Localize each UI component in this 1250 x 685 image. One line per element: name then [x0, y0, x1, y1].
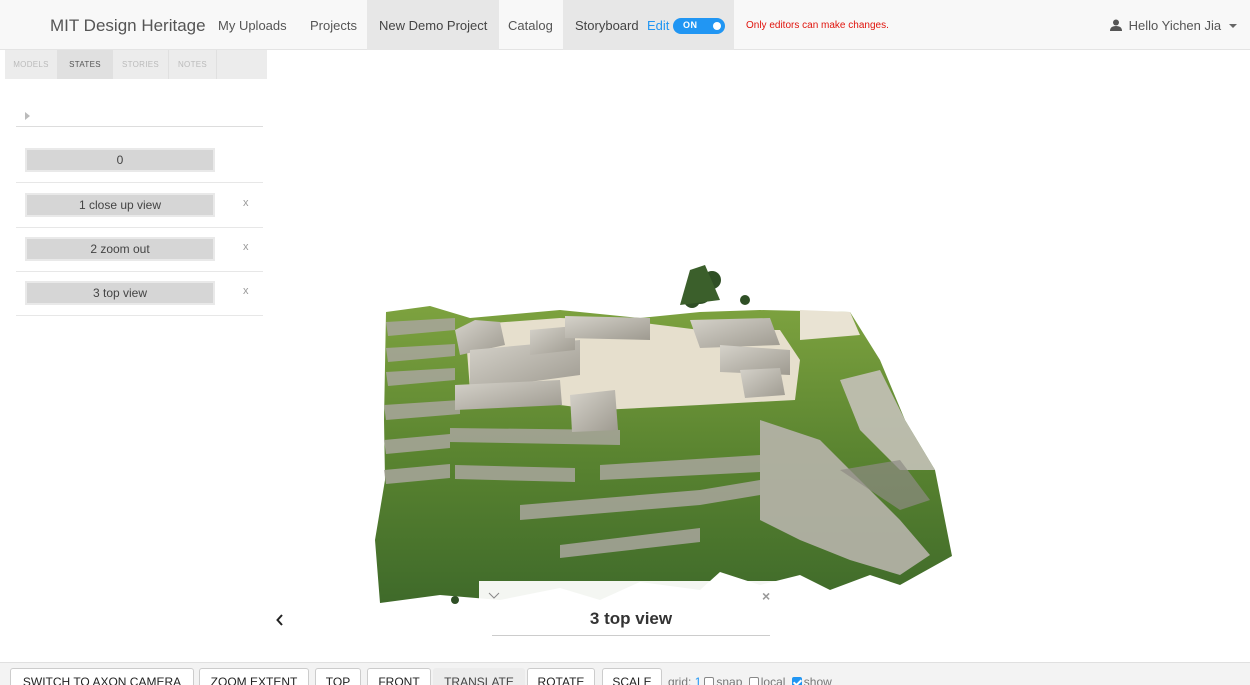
translate-button[interactable]: TRANSLATE	[433, 668, 525, 685]
local-label: local	[760, 675, 786, 685]
state-row: 0	[16, 139, 263, 183]
nav-storyboard-label: Storyboard	[575, 18, 639, 33]
rotate-button[interactable]: ROTATE	[527, 668, 595, 685]
zoom-extent-button[interactable]: ZOOM EXTENT	[199, 668, 309, 685]
tab-notes[interactable]: NOTES	[169, 50, 217, 79]
state-button[interactable]: 2 zoom out	[25, 237, 215, 261]
caret-down-icon	[1228, 24, 1237, 28]
chevron-down-icon[interactable]	[488, 592, 500, 600]
toggle-knob	[713, 22, 721, 30]
editor-notice: Only editors can make changes.	[746, 20, 889, 31]
nav-new-demo-project[interactable]: New Demo Project	[367, 0, 500, 50]
remove-state-button[interactable]: x	[243, 285, 249, 297]
state-button[interactable]: 3 top view	[25, 281, 215, 305]
edit-label: Edit	[647, 18, 670, 33]
bottom-toolbar: SWITCH TO AXON CAMERA ZOOM EXTENT TOP FR…	[0, 662, 1250, 685]
top-view-button[interactable]: TOP	[315, 668, 361, 685]
popup-title: 3 top view	[589, 609, 673, 628]
snap-label: snap	[716, 675, 743, 685]
chevron-left-icon	[276, 614, 283, 626]
tab-stories[interactable]: STORIES	[113, 50, 169, 79]
top-navbar: MIT Design Heritage My Uploads Projects …	[0, 0, 1250, 50]
state-popup: × 3 top view	[479, 581, 783, 662]
user-icon	[1110, 19, 1122, 31]
show-label: show	[803, 675, 832, 685]
snap-checkbox[interactable]	[704, 677, 715, 685]
switch-axon-camera-button[interactable]: SWITCH TO AXON CAMERA	[10, 668, 194, 685]
brand-title[interactable]: MIT Design Heritage	[50, 16, 206, 36]
terrace-model[interactable]	[267, 50, 1250, 662]
state-button[interactable]: 1 close up view	[25, 193, 215, 217]
edit-toggle[interactable]: ON	[673, 18, 725, 34]
grid-label: grid:	[668, 675, 692, 685]
state-row: 3 top view x	[16, 272, 263, 316]
state-row: 1 close up view x	[16, 184, 263, 228]
scale-button[interactable]: SCALE	[602, 668, 662, 685]
tab-states[interactable]: STATES	[58, 50, 113, 79]
panel-tabs: MODELS STATES STORIES NOTES	[5, 50, 267, 79]
local-checkbox[interactable]	[748, 677, 759, 685]
toggle-text: ON	[683, 20, 698, 30]
nav-catalog[interactable]: Catalog	[496, 0, 565, 50]
divider	[16, 126, 263, 127]
grid-options: grid: 1 snap local show	[668, 675, 832, 685]
grid-value[interactable]: 1	[695, 675, 702, 685]
popup-divider	[492, 635, 770, 636]
state-button[interactable]: 0	[25, 148, 215, 172]
nav-projects[interactable]: Projects	[298, 0, 369, 50]
play-arrow-icon[interactable]	[25, 112, 30, 120]
left-panel: MODELS STATES STORIES NOTES 0 1 close up…	[5, 50, 267, 662]
remove-state-button[interactable]: x	[243, 241, 249, 253]
show-checkbox[interactable]	[791, 677, 802, 685]
collapse-panel-button[interactable]	[267, 605, 293, 635]
user-menu[interactable]: Hello Yichen Jia	[1110, 0, 1237, 52]
remove-state-button[interactable]: x	[243, 197, 249, 209]
front-view-button[interactable]: FRONT	[367, 668, 431, 685]
tab-models[interactable]: MODELS	[5, 50, 58, 79]
nav-my-uploads[interactable]: My Uploads	[206, 0, 299, 50]
user-greeting: Hello Yichen Jia	[1128, 18, 1222, 33]
3d-viewport[interactable]	[267, 50, 1250, 662]
close-icon[interactable]: ×	[762, 588, 770, 604]
state-row: 2 zoom out x	[16, 228, 263, 272]
